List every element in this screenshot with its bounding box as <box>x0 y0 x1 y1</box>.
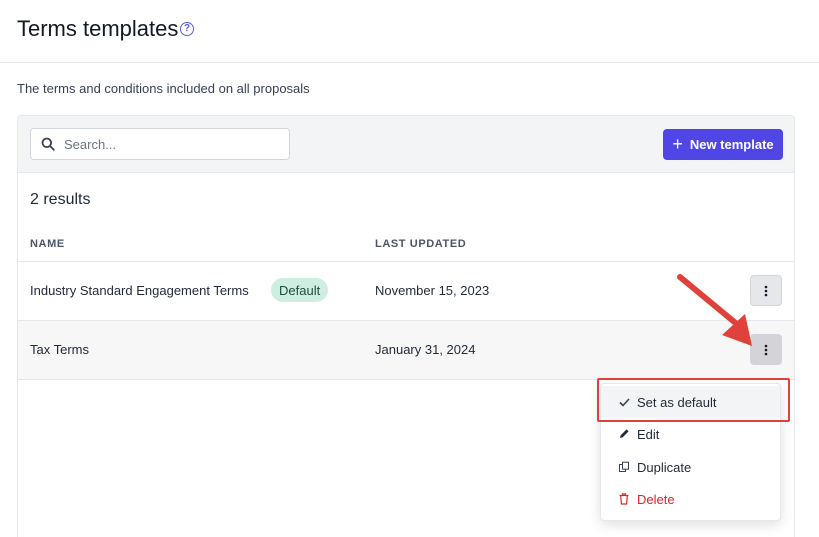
template-name[interactable]: Tax Terms <box>30 342 89 357</box>
menu-item-label: Set as default <box>637 394 717 410</box>
column-header-name[interactable]: NAME <box>30 238 65 250</box>
menu-item-label: Duplicate <box>637 459 692 475</box>
help-icon[interactable]: ? <box>180 22 194 36</box>
column-header-last-updated[interactable]: LAST UPDATED <box>375 238 466 250</box>
page-header: Terms templates ? <box>0 0 819 63</box>
new-template-label: New template <box>689 137 774 152</box>
search-input[interactable] <box>64 136 264 152</box>
last-updated: January 31, 2024 <box>375 342 476 357</box>
plus-icon: + <box>672 133 683 154</box>
toolbar: + New template <box>18 116 794 173</box>
row-actions-button[interactable] <box>750 334 782 365</box>
menu-item-delete[interactable]: Delete <box>601 483 780 515</box>
last-updated: November 15, 2023 <box>375 283 490 298</box>
table-row[interactable]: Tax Terms January 31, 2024 <box>18 321 794 380</box>
menu-item-set-as-default[interactable]: Set as default <box>601 386 780 418</box>
menu-item-label: Delete <box>637 491 675 507</box>
table-row[interactable]: Industry Standard Engagement Terms Defau… <box>18 262 794 321</box>
menu-item-duplicate[interactable]: Duplicate <box>601 451 780 483</box>
check-icon <box>617 397 631 407</box>
row-actions-button[interactable] <box>750 275 782 306</box>
page-subtitle: The terms and conditions included on all… <box>17 81 310 96</box>
results-count: 2 results <box>30 191 91 208</box>
more-vertical-icon <box>764 285 768 296</box>
menu-item-label: Edit <box>637 426 660 442</box>
default-badge: Default <box>271 278 329 302</box>
menu-item-edit[interactable]: Edit <box>601 418 780 450</box>
terms-templates-page: Terms templates ? The terms and conditio… <box>0 0 819 537</box>
pencil-icon <box>617 428 631 440</box>
new-template-button[interactable]: + New template <box>663 129 783 160</box>
template-name[interactable]: Industry Standard Engagement Terms <box>30 283 249 298</box>
more-vertical-icon <box>764 344 768 355</box>
trash-icon <box>617 493 631 505</box>
search-box[interactable] <box>30 128 290 160</box>
row-actions-menu: Set as default Edit Duplicate Delete <box>600 383 781 521</box>
search-icon <box>41 137 55 151</box>
table-header: NAME LAST UPDATED <box>18 228 794 262</box>
page-title: Terms templates <box>17 16 179 41</box>
copy-icon <box>617 461 631 473</box>
